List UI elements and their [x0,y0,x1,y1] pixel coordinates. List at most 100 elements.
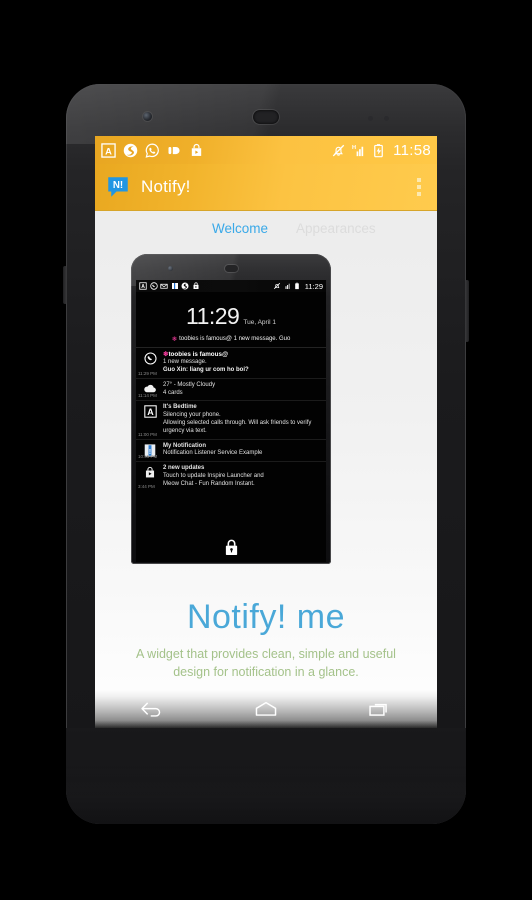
whatsapp-icon [143,352,157,365]
preview-earpiece-icon [225,265,238,272]
phone-device-frame: A H 11:58 N! Notify! Welcome Appearances… [63,84,469,824]
app-a-icon: A [101,142,116,158]
back-nav-icon [141,702,161,717]
notification-text: ❄toobies is famous@ 1 new message. Guo X… [162,351,323,375]
battery-icon [295,282,300,290]
notification-line-1: It's Bedtime [163,404,197,411]
preview-ticker-text: toobies is famous@ 1 new message. Guo [179,336,291,342]
android-navigation-bar [95,690,437,728]
preview-clock-small: 11:29 [304,281,323,291]
status-bar-right-icons: H 11:58 [331,142,431,159]
status-bar-clock: 11:58 [393,141,431,159]
preview-ticker: ❄ toobies is famous@ 1 new message. Guo [136,335,326,343]
notification-line-2: Silencing your phone. [163,412,221,419]
signal-h-icon: H [352,145,364,156]
preview-clock: 11:29 [186,303,240,329]
whatsapp-icon [149,282,158,290]
play-store-icon [145,466,155,478]
status-bar-left-icons: A [101,142,331,158]
power-button[interactable] [63,266,67,304]
tab-bar: Welcome Appearances [95,210,437,246]
mail-icon [160,283,168,289]
svg-text:H: H [352,145,356,151]
battery-charging-icon [374,143,383,157]
notification-line-1: My Notification [163,442,206,449]
tab-welcome[interactable]: Welcome [198,221,282,236]
notification-timestamp: 11:00 PM [138,431,157,437]
welcome-pane: A 11:29 11:29 Tue, April 1 ❄ toobies is … [95,246,437,728]
volume-button[interactable] [465,280,469,342]
swoosh-icon [123,143,138,157]
overflow-dot [417,192,421,196]
notification-line-2: Notification Listener Service Example [163,450,263,457]
notification-row[interactable]: 11:29 PM ❄toobies is famous@ 1 new messa… [136,347,326,378]
signal-icon [285,283,290,289]
play-store-icon [193,282,198,289]
device-chin [66,728,466,824]
preview-front-camera-icon [168,266,173,271]
preview-phone-mockup: A 11:29 11:29 Tue, April 1 ❄ toobies is … [131,254,331,589]
notification-line-1-text: toobies is famous@ [168,351,229,358]
notify-bubble-logo: N! [108,177,128,197]
earpiece-speaker-icon [253,110,279,124]
flower-icon: ❄ [171,336,178,343]
play-store-icon [191,143,202,156]
app-bar-title: Notify! [141,177,191,196]
tab-appearances[interactable]: Appearances [282,221,390,236]
svg-text:A: A [105,146,112,156]
overflow-menu-icon[interactable] [409,172,429,202]
recents-nav-button[interactable] [345,690,415,728]
preview-notification-list: 11:29 PM ❄toobies is famous@ 1 new messa… [136,347,326,491]
notification-line-3: Allowing selected calls through. Will as… [163,419,312,434]
notification-line-3: Meow Chat - Fun Random Instant. [163,480,255,487]
home-nav-icon [255,701,277,716]
app-a-icon: A [139,282,147,290]
notification-text: It's Bedtime Silencing your phone. Allow… [162,404,323,435]
notification-timestamp: 3:44 PM [138,484,155,490]
back-nav-button[interactable] [117,690,187,728]
notification-timestamp: 11:29 PM [138,370,157,376]
notification-line-2: Touch to update Inspire Launcher and [163,472,264,479]
page-title: Notify! me [186,598,346,636]
phone-screen: A H 11:58 N! Notify! Welcome Appearances… [95,136,437,728]
preview-date: Tue, April 1 [243,319,276,326]
cloud-weather-icon [144,384,156,393]
screenshot-root: A H 11:58 N! Notify! Welcome Appearances… [0,0,532,900]
home-nav-button[interactable] [231,690,301,728]
app-bar: N! Notify! [95,164,437,210]
svg-text:A: A [147,407,154,417]
book-icon [171,283,178,289]
preview-sensor-icon [292,267,295,270]
notification-line-2: 4 cards [163,389,183,396]
preview-sensor-icon [283,267,286,270]
notification-row[interactable]: 10:55 PM ! My Notification Notification … [136,438,326,462]
mute-bell-icon [332,144,345,156]
notification-text: My Notification Notification Listener Se… [162,443,323,459]
overflow-dot [417,178,421,182]
preview-status-left: A [139,282,273,290]
mute-bell-icon [274,282,281,290]
svg-text:N!: N! [113,180,123,191]
notification-line-1: ❄toobies is famous@ [163,351,323,359]
notification-row[interactable]: 11:14 PM 27° - Mostly Cloudy 4 cards [136,377,326,401]
notification-row[interactable]: 11:00 PM A It's Bedtime Silencing your p… [136,400,326,438]
notification-line-2: 1 new message. [163,359,207,366]
page-subtitle: A widget that provides clean, simple and… [136,647,396,679]
notification-text: 27° - Mostly Cloudy 4 cards [162,382,323,398]
light-sensor-icon [384,116,389,121]
pushbullet-icon [168,146,180,154]
notification-line-1: 2 new updates [163,465,205,472]
preview-status-bar: A 11:29 [136,280,326,292]
front-camera-icon [143,112,152,121]
app-a-icon: A [143,405,157,419]
swoosh-icon [181,282,189,290]
notification-row[interactable]: 3:44 PM 2 new updates Touch to update In… [136,461,326,491]
overflow-dot [417,185,421,189]
notification-line-3: Guo Xin: liang ur com ho boi? [163,366,249,373]
notification-text: 2 new updates Touch to update Inspire La… [162,465,323,488]
preview-phone-body: A 11:29 11:29 Tue, April 1 ❄ toobies is … [131,254,331,564]
lock-icon [225,539,237,555]
android-status-bar: A H 11:58 [95,136,437,164]
preview-lock-area [136,539,326,556]
proximity-sensor-icon [368,116,373,121]
